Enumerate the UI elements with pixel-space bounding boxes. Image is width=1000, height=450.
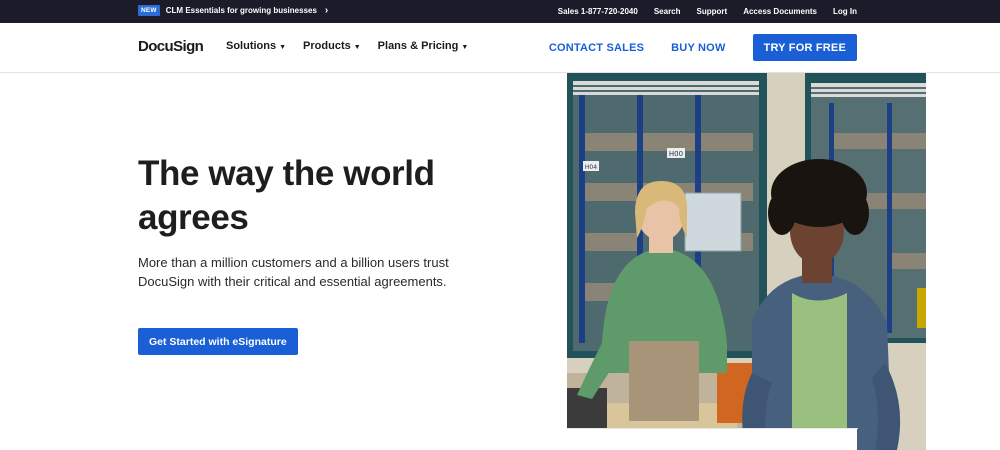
announcement-link[interactable]: NEW CLM Essentials for growing businesse… [138, 5, 328, 16]
get-started-esignature-button[interactable]: Get Started with eSignature [138, 328, 298, 355]
search-link[interactable]: Search [654, 7, 681, 16]
nav-menu: Solutions ▼ Products ▼ Plans & Pricing ▼ [226, 40, 468, 52]
shelf-sign-h04: H04 [585, 164, 597, 171]
hero-headline: The way the world agrees [138, 154, 435, 237]
content-panel-edge [566, 429, 857, 450]
nav-item-products[interactable]: Products ▼ [303, 40, 361, 52]
nav-item-label: Plans & Pricing [377, 40, 459, 52]
hero-subtext: More than a million customers and a bill… [138, 255, 449, 289]
chevron-down-icon: ▼ [353, 43, 361, 51]
utility-links: Sales 1-877-720-2040 Search Support Acce… [558, 7, 857, 16]
support-link[interactable]: Support [697, 7, 728, 16]
sales-phone-link[interactable]: Sales 1-877-720-2040 [558, 7, 638, 16]
shelf-sign-h00: H00 [669, 150, 683, 158]
nav-item-plans-pricing[interactable]: Plans & Pricing ▼ [378, 40, 469, 52]
new-badge: NEW [138, 5, 160, 16]
try-for-free-button[interactable]: TRY FOR FREE [752, 34, 857, 61]
buy-now-button[interactable]: BUY NOW [671, 42, 725, 54]
announcement-text[interactable]: CLM Essentials for growing businesses [166, 6, 317, 15]
contact-sales-button[interactable]: CONTACT SALES [549, 42, 644, 54]
nav-item-label: Solutions [226, 40, 277, 52]
access-documents-link[interactable]: Access Documents [743, 7, 817, 16]
nav-actions: CONTACT SALES BUY NOW TRY FOR FREE [549, 34, 857, 61]
nav-item-solutions[interactable]: Solutions ▼ [226, 40, 286, 52]
hero-photo: H00 H04 [567, 73, 926, 450]
announcement-bar: NEW CLM Essentials for growing businesse… [0, 0, 1000, 23]
chevron-right-icon: › [324, 4, 329, 16]
main-navigation: DocuSign Solutions ▼ Products ▼ Plans & … [0, 23, 1000, 73]
nav-item-label: Products [303, 40, 351, 52]
chevron-down-icon: ▼ [279, 43, 287, 51]
docusign-logo[interactable]: DocuSign [138, 38, 204, 55]
login-link[interactable]: Log In [833, 7, 857, 16]
chevron-down-icon: ▼ [461, 43, 469, 51]
